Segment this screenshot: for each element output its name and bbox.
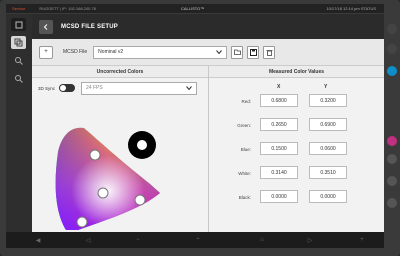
plus-icon[interactable]: + bbox=[358, 236, 366, 244]
black-x-field[interactable]: 0.0000 bbox=[260, 190, 298, 203]
black-point-handle[interactable] bbox=[137, 140, 147, 150]
white-y-field[interactable]: 0.3510 bbox=[309, 166, 347, 179]
white-x-field[interactable]: 0.3140 bbox=[260, 166, 298, 179]
record-icon[interactable] bbox=[387, 154, 397, 164]
uncorrected-colors-header: Uncorrected Colors bbox=[32, 66, 208, 78]
file-label: MCSD File bbox=[63, 49, 88, 55]
file-row: + MCSD File Nominal v2 bbox=[32, 39, 384, 66]
trash-icon bbox=[266, 49, 273, 56]
col-x-header: X bbox=[277, 84, 281, 90]
minus-icon[interactable]: − bbox=[134, 236, 142, 244]
chevron-down-icon bbox=[216, 50, 223, 54]
blue-y-field[interactable]: 0.0600 bbox=[309, 142, 347, 155]
row-label-blue: Blue: bbox=[240, 147, 251, 152]
search-icon bbox=[15, 57, 23, 65]
left-rail bbox=[6, 14, 32, 232]
right-side-icons bbox=[386, 14, 398, 244]
sync-label: 3D Sync bbox=[38, 85, 56, 91]
measured-values-table: X Y Red: 0.6800 0.3200 Green: 0.2650 0.6… bbox=[209, 78, 384, 232]
layers-icon bbox=[14, 38, 23, 47]
menu-icon[interactable] bbox=[387, 198, 397, 208]
col-y-header: Y bbox=[324, 84, 328, 90]
chevron-left-icon bbox=[43, 23, 48, 30]
gamut-svg bbox=[55, 127, 160, 230]
main-panel: MCSD FILE SETUP + MCSD File Nominal v2 U… bbox=[32, 14, 384, 232]
rewind-icon[interactable]: ◀ bbox=[34, 236, 42, 244]
row-label-black: Black: bbox=[238, 195, 251, 200]
brand-label: CALLISTO™ bbox=[181, 6, 205, 11]
rail-setup-button[interactable] bbox=[11, 36, 26, 49]
white-point-handle[interactable] bbox=[97, 187, 109, 199]
file-select[interactable]: Nominal v2 bbox=[93, 45, 228, 59]
chart-icon[interactable] bbox=[387, 176, 397, 186]
fps-value: 24 FPS bbox=[86, 85, 103, 91]
step-forward-icon[interactable]: ▷ bbox=[306, 236, 314, 244]
camera-icon[interactable] bbox=[387, 44, 397, 54]
row-label-red: Red: bbox=[241, 99, 251, 104]
page-title: MCSD FILE SETUP bbox=[61, 23, 119, 30]
file-select-value: Nominal v2 bbox=[98, 49, 124, 55]
title-bar: MCSD FILE SETUP bbox=[32, 14, 384, 39]
color-wheel-icon[interactable] bbox=[387, 136, 397, 146]
sync-toggle[interactable] bbox=[59, 84, 76, 92]
settings-icon[interactable] bbox=[387, 24, 397, 34]
blue-primary-handle[interactable] bbox=[76, 216, 88, 228]
red-primary-handle[interactable] bbox=[134, 194, 146, 206]
green-y-field[interactable]: 0.6900 bbox=[309, 118, 347, 131]
measured-values-header: Measured Color Values bbox=[209, 66, 384, 78]
row-label-white: White: bbox=[238, 171, 251, 176]
add-file-button[interactable]: + bbox=[39, 45, 53, 59]
chevron-down-icon bbox=[186, 86, 192, 90]
sync-row: 3D Sync 24 FPS bbox=[32, 78, 208, 98]
blue-x-field[interactable]: 0.1500 bbox=[260, 142, 298, 155]
red-x-field[interactable]: 0.6800 bbox=[260, 94, 298, 107]
green-x-field[interactable]: 0.2650 bbox=[260, 118, 298, 131]
network-info: RUGGETT | IP: 192.168.200.78 bbox=[39, 6, 96, 11]
square-icon bbox=[15, 21, 22, 28]
red-y-field[interactable]: 0.3200 bbox=[309, 94, 347, 107]
step-back-icon[interactable]: ◁ bbox=[84, 236, 92, 244]
help-icon[interactable] bbox=[387, 66, 397, 76]
delete-file-button[interactable] bbox=[263, 45, 276, 59]
folder-icon bbox=[233, 49, 241, 55]
fps-select[interactable]: 24 FPS bbox=[81, 81, 198, 95]
search-icon bbox=[15, 75, 23, 83]
rail-home-button[interactable] bbox=[11, 18, 26, 31]
open-file-button[interactable] bbox=[231, 45, 244, 59]
datetime-status: 10/17/18 12:14 pm STATUS bbox=[326, 6, 376, 11]
home-icon[interactable]: ⌂ bbox=[258, 236, 266, 244]
back-button[interactable] bbox=[39, 19, 53, 34]
service-label[interactable]: Service bbox=[12, 6, 25, 11]
row-label-green: Green: bbox=[237, 123, 251, 128]
bottom-nav-bar: ◀ ◁ − ⌃ ⌂ ▷ + bbox=[6, 232, 384, 248]
status-bar: Service RUGGETT | IP: 192.168.200.78 CAL… bbox=[6, 4, 384, 13]
green-primary-handle[interactable] bbox=[89, 149, 101, 161]
color-gamut-chart bbox=[32, 100, 208, 232]
rail-search-button[interactable] bbox=[11, 54, 26, 67]
black-y-field[interactable]: 0.0000 bbox=[309, 190, 347, 203]
save-file-button[interactable] bbox=[247, 45, 260, 59]
chevron-up-icon[interactable]: ⌃ bbox=[194, 236, 202, 244]
device-frame: Service RUGGETT | IP: 192.168.200.78 CAL… bbox=[0, 0, 400, 256]
save-icon bbox=[249, 48, 257, 56]
rail-zoom-button[interactable] bbox=[11, 72, 26, 85]
